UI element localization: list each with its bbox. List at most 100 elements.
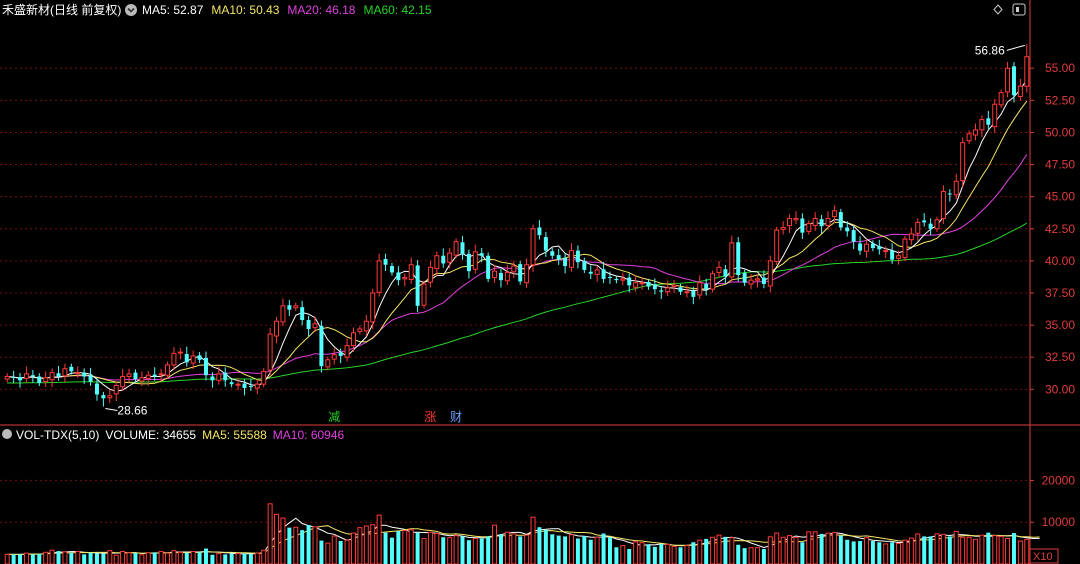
volume-bar-down <box>82 554 87 564</box>
candle-body-up <box>447 252 453 263</box>
volume-bar-down <box>563 536 568 564</box>
price-tick-label: 40.00 <box>1045 254 1075 268</box>
volume-bar-up <box>376 514 382 564</box>
candle-body-up <box>979 119 985 131</box>
volume-chevron-icon[interactable] <box>2 429 12 439</box>
volume-bar-down <box>94 553 99 564</box>
volume-bar-up <box>530 516 536 564</box>
candle-body-up <box>780 226 786 230</box>
volume-bar-down <box>678 547 683 564</box>
candle-body-down <box>678 287 683 292</box>
candle-body-up <box>729 242 735 278</box>
diamond-icon[interactable] <box>993 4 1003 15</box>
candle-body-up <box>216 373 222 381</box>
volume-bar-up <box>504 531 510 564</box>
volume-bar-up <box>934 533 940 564</box>
volume-bar-up <box>883 543 889 564</box>
candle-body-up <box>408 264 414 281</box>
candle-body-up <box>710 273 716 290</box>
candle-body-up <box>492 270 498 279</box>
volume-bar-down <box>947 536 952 564</box>
candle-body-down <box>607 276 612 278</box>
price-tick-label: 45.00 <box>1045 190 1075 204</box>
price-ma-lines <box>7 79 1028 392</box>
candle-body-down <box>204 357 208 376</box>
candle-body-down <box>101 395 106 399</box>
candle-body-up <box>261 370 267 385</box>
volume-bar-down <box>761 548 766 564</box>
volume-bar-up <box>710 536 716 564</box>
candle-body-down <box>575 250 580 263</box>
volume-bar-down <box>1011 533 1016 564</box>
low-arrow <box>105 408 118 412</box>
legend-item: MA5: 52.87 <box>142 3 204 17</box>
candle-body-down <box>742 273 747 283</box>
volume-bar-down <box>152 552 157 564</box>
candle-body-up <box>293 305 299 309</box>
volume-bar-down <box>486 536 491 564</box>
legend-item: MA20: 46.18 <box>287 3 355 17</box>
volume-bar-up <box>472 538 478 564</box>
ma5-line <box>7 79 1028 392</box>
volume-bar-up <box>979 534 985 564</box>
volume-bar-down <box>800 542 805 564</box>
volume-bar-up <box>908 537 914 564</box>
candle-body-up <box>716 266 722 273</box>
candle-body-up <box>883 250 889 253</box>
window-toggle-icon[interactable] <box>1012 3 1026 16</box>
candlesticks <box>4 44 1030 407</box>
volume-bar-up <box>293 526 299 564</box>
candle-body-down <box>210 376 215 381</box>
candle-body-down <box>614 278 619 281</box>
candle-body-up <box>1005 67 1011 93</box>
volume-bar-up <box>953 530 959 564</box>
candle-body-up <box>998 92 1004 106</box>
volume-bar-up <box>357 527 363 564</box>
candle-body-down <box>197 355 202 360</box>
volume-bar-up <box>254 552 260 564</box>
chevron-down-icon[interactable] <box>125 4 137 16</box>
volume-bar-down <box>479 538 484 564</box>
volume-bar-up <box>139 554 145 564</box>
volume-bar-up <box>748 547 754 564</box>
volume-bar-down <box>851 541 856 564</box>
candle-body-up <box>254 383 260 389</box>
volume-bar-up <box>363 525 369 564</box>
candle-body-down <box>466 253 471 272</box>
volume-tick-label: 10000 <box>1042 515 1076 529</box>
candle-body-down <box>248 386 253 388</box>
volume-bar-up <box>620 545 626 564</box>
candle-body-down <box>646 282 651 287</box>
candle-body-down <box>736 242 741 276</box>
volume-bar-up <box>216 553 222 564</box>
volume-bar-down <box>11 554 16 564</box>
volume-bar-up <box>447 537 453 564</box>
volume-bar-up <box>267 503 273 564</box>
volume-bar-up <box>453 535 459 564</box>
volume-bar-down <box>184 552 189 564</box>
candle-body-up <box>960 142 966 182</box>
volume-bar-down <box>306 525 311 564</box>
volume-bars <box>4 503 1030 564</box>
candle-body-up <box>325 359 331 368</box>
volume-bar-down <box>588 539 593 564</box>
volume-bar-up <box>831 532 837 564</box>
legend-item: MA10: 60946 <box>273 428 345 442</box>
volume-bar-down <box>928 536 933 564</box>
candle-body-up <box>427 266 433 283</box>
candle-body-up <box>825 218 831 227</box>
candle-body-down <box>563 257 568 267</box>
candle-body-up <box>665 287 671 293</box>
volume-bar-up <box>427 531 433 564</box>
volume-bar-up <box>325 542 331 564</box>
volume-bar-down <box>56 551 61 564</box>
volume-bar-down <box>601 533 606 564</box>
candle-body-up <box>177 351 183 354</box>
candle-body-down <box>890 250 895 260</box>
volume-bar-down <box>210 554 215 564</box>
candle-body-down <box>396 272 401 281</box>
volume-tick-label: 20000 <box>1042 473 1076 487</box>
candle-body-up <box>754 278 760 281</box>
candle-body-down <box>287 305 292 310</box>
candle-body-up <box>684 291 690 294</box>
